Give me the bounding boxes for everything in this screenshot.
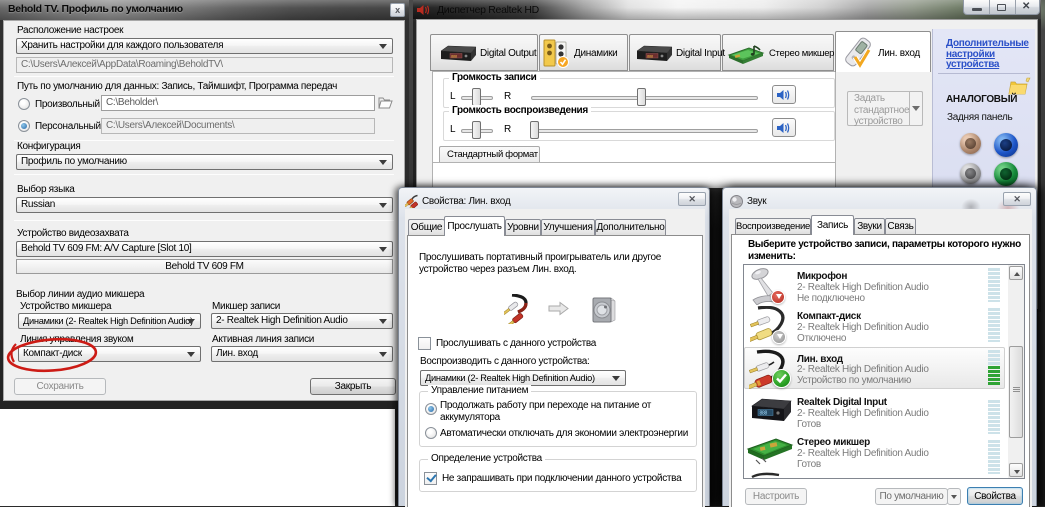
svg-text:888: 888 — [760, 411, 768, 417]
